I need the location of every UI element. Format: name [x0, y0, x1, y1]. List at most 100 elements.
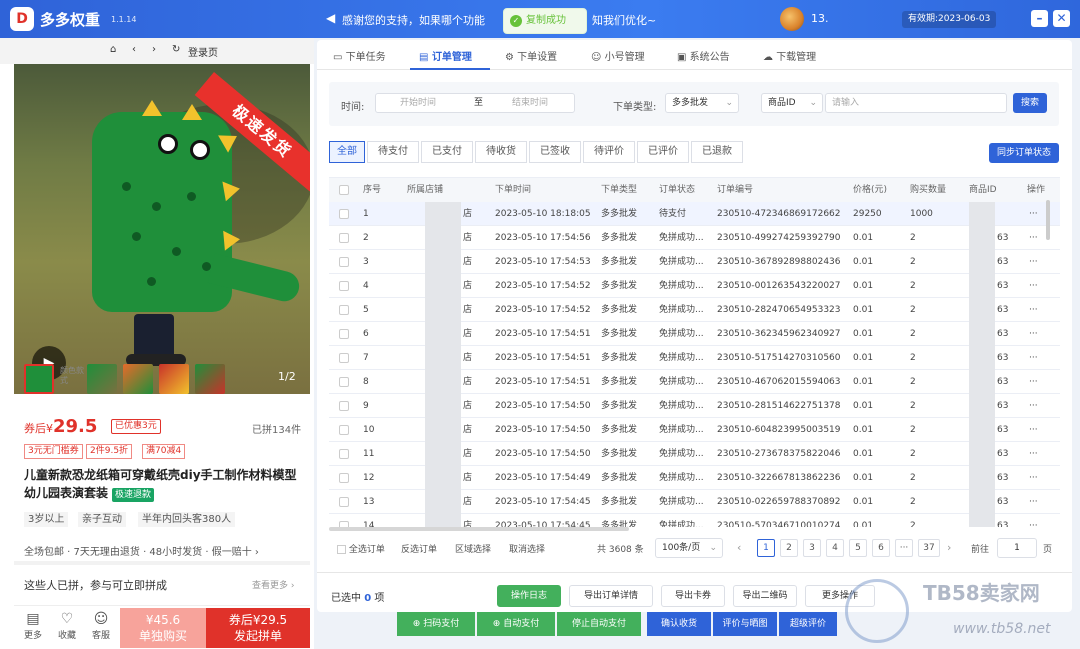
- stop-auto-pay-button[interactable]: 停止自动支付: [557, 612, 641, 636]
- promo-tag[interactable]: 2件9.5折: [86, 444, 133, 459]
- page-37[interactable]: 37: [918, 539, 940, 557]
- cell-op[interactable]: ···: [1029, 250, 1038, 274]
- next-page-icon[interactable]: ›: [947, 541, 951, 554]
- status-tab-reviewed[interactable]: 已评价: [637, 141, 689, 163]
- search-button[interactable]: 搜索: [1013, 93, 1047, 113]
- page-2[interactable]: 2: [780, 539, 798, 557]
- group-buy-button[interactable]: 券后¥29.5 发起拼单: [206, 608, 310, 648]
- row-checkbox[interactable]: [339, 377, 349, 387]
- status-tab-unpaid[interactable]: 待支付: [367, 141, 419, 163]
- variant-thumb[interactable]: [24, 364, 54, 394]
- buy-single-button[interactable]: ¥45.6 单独购买: [120, 608, 206, 648]
- super-review-button[interactable]: 超级评价: [779, 612, 837, 636]
- refresh-icon[interactable]: ↻: [172, 44, 180, 55]
- row-checkbox[interactable]: [339, 209, 349, 219]
- cell-op[interactable]: ···: [1029, 298, 1038, 322]
- cell-op[interactable]: ···: [1029, 370, 1038, 394]
- tab-account-management[interactable]: ☺ 小号管理: [591, 48, 645, 63]
- table-row[interactable]: 1 店 2023-05-10 18:18:05 多多批发 待支付 230510-47234…: [329, 202, 1060, 226]
- table-row[interactable]: 11 店 2023-05-10 17:54:50 多多批发 免拼成功... 230510-…: [329, 442, 1060, 466]
- cell-op[interactable]: ···: [1029, 466, 1038, 490]
- row-checkbox[interactable]: [339, 257, 349, 267]
- service-button[interactable]: ☺ 客服: [88, 610, 114, 641]
- tab-downloads[interactable]: ☁ 下载管理: [763, 48, 816, 63]
- cell-op[interactable]: ···: [1029, 442, 1038, 466]
- table-row[interactable]: 2 店 2023-05-10 17:54:56 多多批发 免拼成功... 230510-4…: [329, 226, 1060, 250]
- login-page-link[interactable]: 登录页: [188, 44, 218, 59]
- row-checkbox[interactable]: [339, 497, 349, 507]
- row-checkbox[interactable]: [339, 233, 349, 243]
- table-row[interactable]: 4 店 2023-05-10 17:54:52 多多批发 免拼成功... 230510-0…: [329, 274, 1060, 298]
- cell-op[interactable]: ···: [1029, 274, 1038, 298]
- row-checkbox[interactable]: [339, 305, 349, 315]
- page-6[interactable]: 6: [872, 539, 890, 557]
- minimize-button[interactable]: –: [1031, 10, 1048, 27]
- service-guarantees[interactable]: 全场包邮 · 7天无理由退货 · 48小时发货 · 假一赔十 ›: [24, 543, 259, 558]
- variant-thumb[interactable]: [159, 364, 189, 394]
- table-row[interactable]: 10 店 2023-05-10 17:54:50 多多批发 免拼成功... 230510-…: [329, 418, 1060, 442]
- promo-tag[interactable]: 3元无门槛券: [24, 444, 83, 459]
- table-row[interactable]: 3 店 2023-05-10 17:54:53 多多批发 免拼成功... 230510-3…: [329, 250, 1060, 274]
- status-tab-to-review[interactable]: 待评价: [583, 141, 635, 163]
- review-photo-button[interactable]: 评价与晒图: [713, 612, 777, 636]
- export-order-detail-button[interactable]: 导出订单详情: [569, 585, 653, 607]
- table-row[interactable]: 8 店 2023-05-10 17:54:51 多多批发 免拼成功... 230510-4…: [329, 370, 1060, 394]
- cell-op[interactable]: ···: [1029, 394, 1038, 418]
- tab-announcements[interactable]: ▣ 系统公告: [677, 48, 730, 63]
- end-date-input[interactable]: 结束时间: [512, 94, 548, 112]
- cell-op[interactable]: ···: [1029, 322, 1038, 346]
- scan-pay-button[interactable]: ⊕ 扫码支付: [397, 612, 475, 636]
- status-tab-signed[interactable]: 已签收: [529, 141, 581, 163]
- cell-op[interactable]: ···: [1029, 202, 1038, 226]
- page-3[interactable]: 3: [803, 539, 821, 557]
- avatar[interactable]: [780, 7, 804, 31]
- field-select[interactable]: 商品ID ⌄: [761, 93, 823, 113]
- close-button[interactable]: ✕: [1053, 10, 1070, 27]
- auto-pay-button[interactable]: ⊕ 自动支付: [477, 612, 555, 636]
- page-5[interactable]: 5: [849, 539, 867, 557]
- tab-order-tasks[interactable]: ▭ 下单任务: [333, 48, 386, 63]
- row-checkbox[interactable]: [339, 449, 349, 459]
- prev-page-icon[interactable]: ‹: [737, 541, 741, 554]
- cell-op[interactable]: ···: [1029, 514, 1038, 527]
- row-checkbox[interactable]: [339, 425, 349, 435]
- favorite-button[interactable]: ♡ 收藏: [54, 610, 80, 641]
- cancel-select-link[interactable]: 取消选择: [509, 542, 545, 555]
- tab-order-settings[interactable]: ⚙ 下单设置: [505, 48, 557, 63]
- cell-op[interactable]: ···: [1029, 226, 1038, 250]
- select-all-link[interactable]: 全选订单: [337, 542, 385, 555]
- table-row[interactable]: 5 店 2023-05-10 17:54:52 多多批发 免拼成功... 230510-2…: [329, 298, 1060, 322]
- page-1[interactable]: 1: [757, 539, 775, 557]
- row-checkbox[interactable]: [339, 281, 349, 291]
- page-size-select[interactable]: 100条/页 ⌄: [655, 538, 723, 558]
- row-checkbox[interactable]: [339, 329, 349, 339]
- variant-thumb[interactable]: [87, 364, 117, 394]
- operation-log-button[interactable]: 操作日志: [497, 585, 561, 607]
- product-id-input[interactable]: 请输入: [825, 93, 1007, 113]
- order-type-select[interactable]: 多多批发 ⌄: [665, 93, 739, 113]
- row-checkbox[interactable]: [339, 401, 349, 411]
- table-row[interactable]: 13 店 2023-05-10 17:54:45 多多批发 免拼成功... 230510-…: [329, 490, 1060, 514]
- goto-page-input[interactable]: 1: [997, 538, 1037, 558]
- variant-thumb[interactable]: [123, 364, 153, 394]
- forward-icon[interactable]: ›: [152, 44, 156, 55]
- date-range-input[interactable]: 开始时间 至 结束时间: [375, 93, 575, 113]
- cell-op[interactable]: ···: [1029, 418, 1038, 442]
- status-tab-refunded[interactable]: 已退款: [691, 141, 743, 163]
- view-more-link[interactable]: 查看更多 ›: [252, 578, 294, 591]
- variant-thumb[interactable]: [195, 364, 225, 394]
- table-scrollbar[interactable]: [1046, 200, 1050, 240]
- promo-tag[interactable]: 满70减4: [142, 444, 186, 459]
- confirm-receipt-button[interactable]: 确认收货: [647, 612, 711, 636]
- export-coupon-button[interactable]: 导出卡券: [661, 585, 725, 607]
- table-row[interactable]: 9 店 2023-05-10 17:54:50 多多批发 免拼成功... 230510-2…: [329, 394, 1060, 418]
- page-4[interactable]: 4: [826, 539, 844, 557]
- sync-order-status-button[interactable]: 同步订单状态: [989, 143, 1059, 163]
- table-row[interactable]: 7 店 2023-05-10 17:54:51 多多批发 免拼成功... 230510-5…: [329, 346, 1060, 370]
- more-button[interactable]: ▤ 更多: [20, 610, 46, 641]
- start-date-input[interactable]: 开始时间: [400, 94, 436, 112]
- export-qrcode-button[interactable]: 导出二维码: [733, 585, 797, 607]
- status-tab-all[interactable]: 全部: [329, 141, 365, 163]
- back-icon[interactable]: ‹: [132, 44, 136, 55]
- table-row[interactable]: 14 店 2023-05-10 17:54:45 多多批发 免拼成功... 230510-…: [329, 514, 1060, 527]
